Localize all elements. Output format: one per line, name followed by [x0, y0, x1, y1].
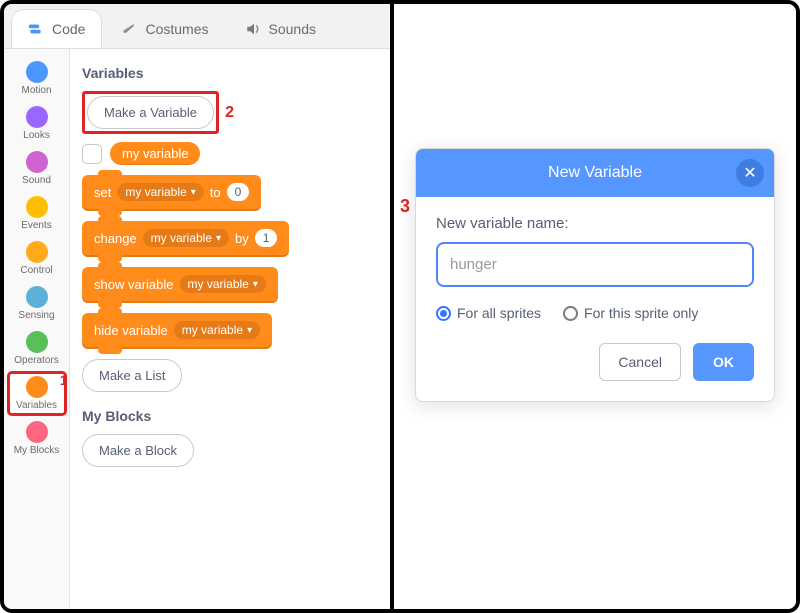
block-text: change	[94, 231, 137, 246]
block-palette: Variables Make a Variable my variable se…	[70, 49, 390, 609]
code-icon	[28, 22, 46, 36]
category-control[interactable]: Control	[8, 237, 66, 280]
category-label: Events	[21, 220, 52, 231]
variable-menu[interactable]: my variable	[174, 321, 260, 339]
category-label: Looks	[23, 130, 50, 141]
tab-code[interactable]: Code	[12, 10, 101, 48]
hide-variable-block[interactable]: hide variable my variable	[82, 313, 272, 349]
make-list-button[interactable]: Make a List	[82, 359, 182, 392]
change-variable-block[interactable]: change my variable by 1	[82, 221, 289, 257]
variable-reporter-block[interactable]: my variable	[110, 142, 200, 165]
category-color-dot	[26, 376, 48, 398]
annotation-3: 3	[400, 196, 410, 217]
tab-label: Code	[52, 21, 85, 37]
dialog-title: New Variable	[548, 164, 642, 182]
block-text: set	[94, 185, 111, 200]
category-label: Motion	[21, 85, 51, 96]
variable-name-input[interactable]	[436, 242, 754, 287]
category-label: Sensing	[18, 310, 54, 321]
highlight-make-variable: Make a Variable	[82, 91, 219, 134]
editor-body: Motion Looks Sound Events Control Sensing Oper…	[4, 48, 390, 609]
variable-menu[interactable]: my variable	[143, 229, 229, 247]
make-variable-button[interactable]: Make a Variable	[87, 96, 214, 129]
category-label: My Blocks	[14, 445, 60, 456]
category-color-dot	[26, 421, 48, 443]
category-color-dot	[26, 106, 48, 128]
new-variable-dialog: New Variable ✕ New variable name: For al…	[415, 148, 775, 402]
category-looks[interactable]: Looks	[8, 102, 66, 145]
dialog-header: New Variable ✕	[416, 149, 774, 197]
category-color-dot	[26, 61, 48, 83]
block-text: to	[210, 185, 221, 200]
set-variable-block[interactable]: set my variable to 0	[82, 175, 261, 211]
variable-menu[interactable]: my variable	[180, 275, 266, 293]
category-motion[interactable]: Motion	[8, 57, 66, 100]
block-text: hide variable	[94, 323, 168, 338]
category-color-dot	[26, 286, 48, 308]
variable-menu[interactable]: my variable	[117, 183, 203, 201]
radio-label: For this sprite only	[584, 305, 698, 321]
tab-label: Costumes	[145, 21, 208, 37]
category-operators[interactable]: Operators	[8, 327, 66, 370]
right-pane: 3 New Variable ✕ New variable name: For …	[394, 4, 796, 609]
number-input[interactable]: 1	[255, 229, 278, 247]
make-block-button[interactable]: Make a Block	[82, 434, 194, 467]
section-title-myblocks: My Blocks	[82, 408, 378, 424]
category-label: Control	[20, 265, 52, 276]
tab-sounds[interactable]: Sounds	[229, 10, 332, 48]
sound-icon	[245, 22, 263, 36]
dialog-field-label: New variable name:	[436, 215, 754, 232]
editor-tabs: Code Costumes Sounds	[4, 4, 390, 48]
ok-button[interactable]: OK	[693, 343, 754, 381]
close-icon[interactable]: ✕	[736, 159, 764, 187]
category-label: Variables	[16, 400, 57, 411]
radio-label: For all sprites	[457, 305, 541, 321]
block-text: by	[235, 231, 249, 246]
category-myblocks[interactable]: My Blocks	[8, 417, 66, 460]
scope-radio-group: For all sprites For this sprite only	[436, 305, 754, 321]
variable-visibility-checkbox[interactable]	[82, 144, 102, 164]
scope-all-sprites[interactable]: For all sprites	[436, 305, 541, 321]
category-sound[interactable]: Sound	[8, 147, 66, 190]
app-frame: Code Costumes Sounds Motion Looks Sound Eve…	[0, 0, 800, 613]
category-events[interactable]: Events	[8, 192, 66, 235]
category-label: Sound	[22, 175, 51, 186]
cancel-button[interactable]: Cancel	[599, 343, 681, 381]
dialog-body: New variable name: For all sprites For t…	[416, 197, 774, 401]
brush-icon	[121, 22, 139, 36]
radio-icon	[436, 306, 451, 321]
category-color-dot	[26, 196, 48, 218]
section-title-variables: Variables	[82, 65, 378, 81]
radio-icon	[563, 306, 578, 321]
category-color-dot	[26, 151, 48, 173]
number-input[interactable]: 0	[227, 183, 250, 201]
scope-this-sprite[interactable]: For this sprite only	[563, 305, 698, 321]
category-column: Motion Looks Sound Events Control Sensing Oper…	[4, 49, 70, 609]
show-variable-block[interactable]: show variable my variable	[82, 267, 278, 303]
category-color-dot	[26, 241, 48, 263]
category-color-dot	[26, 331, 48, 353]
tab-costumes[interactable]: Costumes	[105, 10, 224, 48]
variable-row: my variable	[82, 142, 378, 165]
dialog-actions: Cancel OK	[436, 343, 754, 381]
category-variables[interactable]: Variables	[8, 372, 66, 415]
category-label: Operators	[14, 355, 58, 366]
category-sensing[interactable]: Sensing	[8, 282, 66, 325]
editor-left-pane: Code Costumes Sounds Motion Looks Sound Eve…	[4, 4, 394, 609]
tab-label: Sounds	[269, 21, 316, 37]
block-text: show variable	[94, 277, 174, 292]
